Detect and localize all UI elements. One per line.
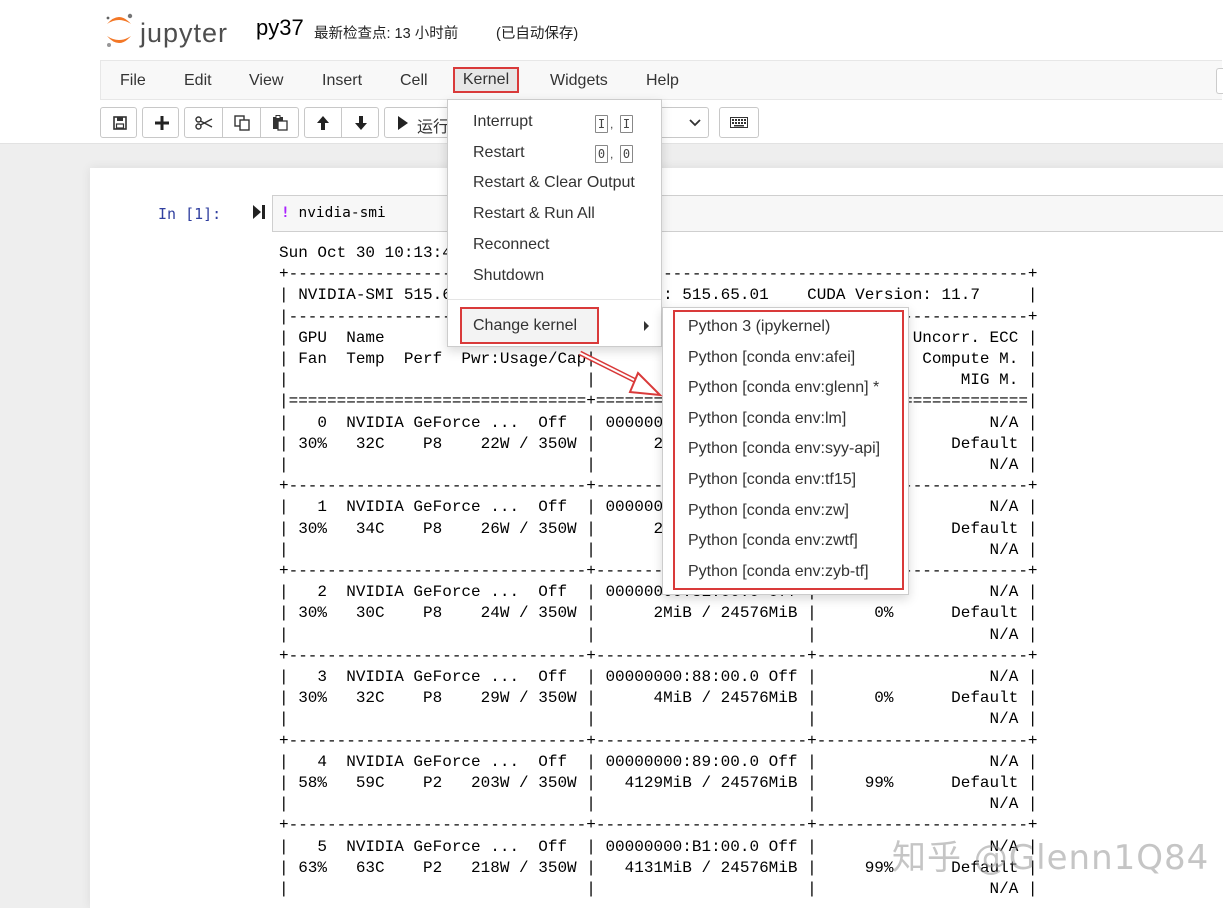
kernel-menu-restart[interactable]: Restart [473,143,525,163]
keyboard-icon [730,117,748,128]
scissors-icon [195,116,213,130]
notebook-name[interactable]: py37 [256,15,304,41]
menu-kernel[interactable]: Kernel [453,67,519,93]
cell-prompt: In [1]: [158,205,221,223]
plus-icon [155,116,169,130]
autosave-status: (已自动保存) [496,22,578,43]
code-cell-input[interactable]: ! nvidia-smi [272,195,1223,232]
interrupt-shortcut-key-2: I [620,115,633,133]
jupyter-logo-icon [104,12,134,48]
kernel-option-glenn[interactable]: Python [conda env:glenn] * [688,378,879,398]
play-icon [397,116,409,130]
paste-icon [272,115,288,131]
menu-cell[interactable]: Cell [400,71,428,91]
menu-help[interactable]: Help [646,71,679,91]
kernel-option-python3[interactable]: Python 3 (ipykernel) [688,317,830,337]
move-up-button[interactable] [305,108,342,137]
restart-shortcut-key-1: 0 [595,145,608,163]
kernel-indicator[interactable] [1216,68,1223,94]
annotation-arrow-icon [570,345,670,405]
run-button-label: 运行 [417,113,449,137]
code-command: nvidia-smi [290,205,386,221]
kernel-option-zwtf[interactable]: Python [conda env:zwtf] [688,531,858,551]
toolbar-group-save [100,107,137,138]
kernel-menu-restart-run-all[interactable]: Restart & Run All [473,204,595,224]
menu-bar: File Edit View Insert Cell Kernel Widget… [100,60,1222,100]
copy-icon [234,115,250,131]
toolbar-group-insert [142,107,179,138]
kernel-menu-shutdown[interactable]: Shutdown [473,266,544,286]
arrow-down-icon [354,115,368,131]
menu-edit[interactable]: Edit [184,71,212,91]
toolbar-group-edit [184,107,299,138]
kernel-menu-restart-clear-output[interactable]: Restart & Clear Output [473,173,635,193]
jupyter-logo[interactable]: jupyter [104,12,264,52]
caret-right-icon [643,321,650,331]
menu-widgets[interactable]: Widgets [550,71,608,91]
kernel-option-zw[interactable]: Python [conda env:zw] [688,501,849,521]
shortcut-separator: , [610,117,613,131]
checkpoint-status: 最新检查点: 13 小时前 [314,22,458,43]
menu-insert[interactable]: Insert [322,71,362,91]
cut-button[interactable] [185,108,223,137]
insert-cell-button[interactable] [143,108,180,137]
kernel-menu-change-kernel[interactable]: Change kernel [460,307,599,344]
menu-divider [448,299,661,300]
kernel-option-lm[interactable]: Python [conda env:lm] [688,409,846,429]
menu-file[interactable]: File [120,71,146,91]
kernel-option-syy-api[interactable]: Python [conda env:syy-api] [688,439,880,459]
arrow-up-icon [316,115,330,131]
command-palette-button[interactable] [719,107,759,138]
change-kernel-label: Change kernel [473,317,577,335]
chevron-down-icon [689,118,701,128]
paste-button[interactable] [261,108,299,137]
jupyter-logo-text: jupyter [140,18,228,49]
kernel-option-tf15[interactable]: Python [conda env:tf15] [688,470,856,490]
kernel-menu-reconnect[interactable]: Reconnect [473,235,550,255]
kernel-menu-interrupt[interactable]: Interrupt [473,112,533,132]
watermark-text: 知乎 @Glenn1Q84 [892,830,1209,879]
save-icon [113,116,127,130]
save-button[interactable] [101,108,138,137]
code-bang: ! [281,205,290,221]
move-down-button[interactable] [342,108,379,137]
toolbar-group-move [304,107,379,138]
shortcut-separator: , [610,147,613,161]
restart-shortcut-key-2: 0 [620,145,633,163]
copy-button[interactable] [223,108,261,137]
step-forward-icon[interactable] [252,204,266,220]
interrupt-shortcut-key-1: I [595,115,608,133]
kernel-option-zyb-tf[interactable]: Python [conda env:zyb-tf] [688,562,869,582]
kernel-option-afei[interactable]: Python [conda env:afei] [688,348,855,368]
code-text: ! nvidia-smi [281,205,386,221]
menu-view[interactable]: View [249,71,283,91]
